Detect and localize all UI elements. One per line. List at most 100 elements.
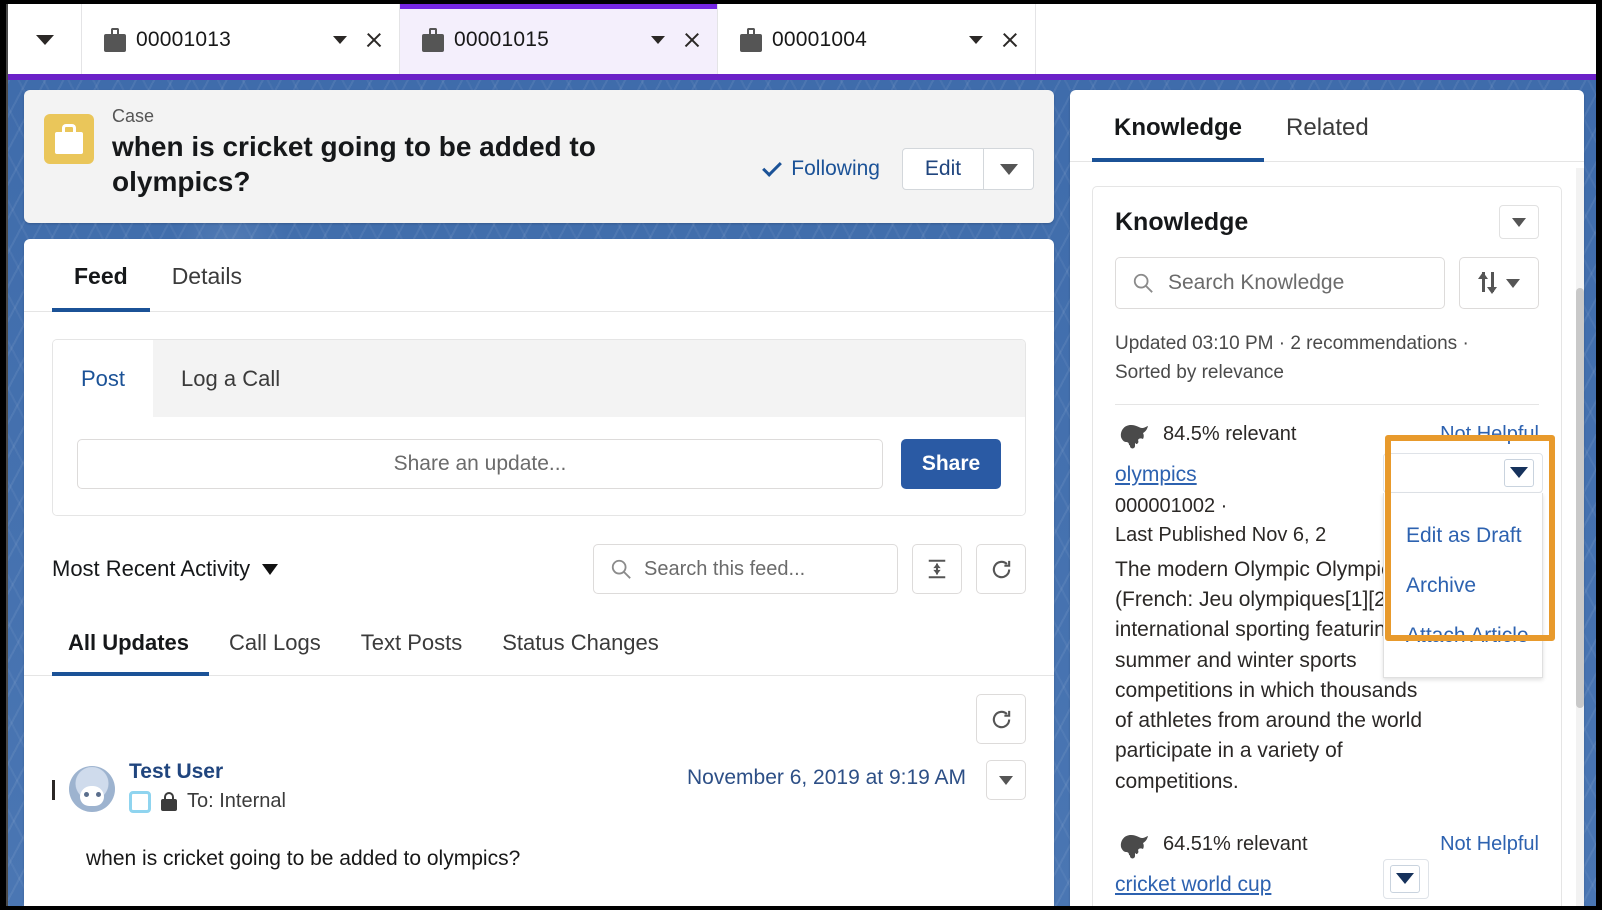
- einstein-icon: [1115, 831, 1149, 859]
- knowledge-search-input[interactable]: Search Knowledge: [1115, 257, 1445, 309]
- knowledge-article-2-menu-button[interactable]: [1383, 858, 1429, 899]
- post-author[interactable]: Test User: [129, 760, 286, 784]
- edit-button[interactable]: Edit: [902, 148, 984, 190]
- tab-related-label: Related: [1286, 114, 1369, 141]
- knowledge-sidebar: Knowledge Related Knowledge Search Knowl…: [1070, 90, 1584, 906]
- menu-item-edit-as-draft[interactable]: Edit as Draft: [1384, 511, 1542, 561]
- check-icon: [762, 156, 783, 177]
- console-tab-00001004[interactable]: 00001004: [718, 4, 1036, 76]
- caret-down-icon: [1512, 217, 1526, 227]
- record-main-column: Case when is cricket going to be added t…: [24, 90, 1054, 906]
- record-header: Case when is cricket going to be added t…: [24, 90, 1054, 223]
- tab-knowledge-label: Knowledge: [1114, 114, 1243, 141]
- close-icon[interactable]: [365, 31, 383, 49]
- knowledge-article-2-not-helpful[interactable]: Not Helpful: [1440, 833, 1539, 856]
- tab-menu-chevron-icon[interactable]: [969, 36, 983, 44]
- subtab-all-updates[interactable]: All Updates: [52, 620, 210, 676]
- post-body: when is cricket going to be added to oly…: [86, 847, 521, 870]
- subtab-text-posts[interactable]: Text Posts: [341, 620, 482, 676]
- console-tab-label: 00001004: [772, 28, 868, 51]
- chatter-badge-icon: [129, 790, 151, 813]
- close-icon[interactable]: [1001, 31, 1019, 49]
- following-button[interactable]: Following: [762, 156, 880, 181]
- subtab-text-posts-label: Text Posts: [360, 630, 463, 655]
- share-button[interactable]: Share: [901, 439, 1001, 489]
- chevron-down-icon: [52, 780, 55, 800]
- tab-details[interactable]: Details: [150, 239, 264, 312]
- sidebar-scrollbar-thumb[interactable]: [1576, 288, 1584, 708]
- knowledge-article-1-header: 84.5% relevant Not Helpful: [1115, 421, 1539, 449]
- knowledge-sort-button[interactable]: [1459, 257, 1539, 309]
- feed-card: Feed Details Post Log a Call Share an up…: [24, 239, 1054, 906]
- following-label: Following: [791, 157, 880, 180]
- record-tabs: Feed Details: [24, 239, 1054, 312]
- collapse-all-button[interactable]: [912, 544, 962, 594]
- post-timestamp[interactable]: November 6, 2019 at 9:19 AM: [687, 766, 966, 790]
- knowledge-meta-line-1: Updated 03:10 PM · 2 recommendations ·: [1115, 333, 1469, 354]
- knowledge-article-1: olympics 000001002 · Last Published Nov …: [1115, 434, 1555, 797]
- share-update-input[interactable]: Share an update...: [77, 439, 883, 489]
- tab-knowledge[interactable]: Knowledge: [1092, 90, 1265, 162]
- briefcase-icon: [740, 28, 762, 52]
- composer-tab-log-a-call[interactable]: Log a Call: [153, 340, 308, 417]
- menu-item-archive[interactable]: Archive: [1384, 561, 1542, 611]
- knowledge-article-1-actions: Edit as Draft Archive Attach Article: [1383, 434, 1555, 678]
- sidebar-tabs: Knowledge Related: [1070, 90, 1584, 162]
- header-actions: Edit: [902, 148, 1034, 190]
- lock-icon: [161, 791, 177, 812]
- search-icon: [611, 559, 631, 579]
- case-briefcase-icon: [44, 114, 94, 164]
- console-tab-00001015[interactable]: 00001015: [400, 4, 718, 76]
- knowledge-article-1-menu-button[interactable]: [1383, 452, 1543, 493]
- feed-sort-select[interactable]: Most Recent Activity: [52, 556, 279, 582]
- feed-toolbar: Most Recent Activity Search this feed...: [24, 516, 1054, 594]
- menu-item-attach-article[interactable]: Attach Article: [1384, 611, 1542, 661]
- einstein-icon: [1115, 421, 1149, 449]
- knowledge-article-2-actions: [1383, 858, 1543, 899]
- caret-down-icon: [1390, 864, 1420, 893]
- console-tab-00001013[interactable]: 00001013: [82, 4, 400, 76]
- composer-tab-post-label: Post: [81, 365, 126, 391]
- refresh-feed-button[interactable]: [976, 544, 1026, 594]
- chevron-down-icon: [999, 163, 1018, 175]
- subtab-status-changes[interactable]: Status Changes: [482, 620, 679, 676]
- tab-overflow-button[interactable]: [8, 4, 82, 76]
- avatar[interactable]: [69, 766, 115, 812]
- post-collapse-button[interactable]: [52, 780, 55, 800]
- knowledge-article-1-dropdown-menu: Edit as Draft Archive Attach Article: [1383, 492, 1543, 678]
- close-icon[interactable]: [683, 31, 701, 49]
- share-update-placeholder: Share an update...: [393, 452, 567, 475]
- header-more-actions-button[interactable]: [984, 148, 1034, 190]
- tab-related[interactable]: Related: [1264, 90, 1391, 162]
- post-audience: To: Internal: [187, 790, 286, 812]
- composer-tab-post[interactable]: Post: [53, 340, 154, 417]
- post-menu-button[interactable]: [986, 760, 1026, 800]
- tab-feed[interactable]: Feed: [52, 239, 150, 312]
- tab-menu-chevron-icon[interactable]: [333, 36, 347, 44]
- tab-menu-chevron-icon[interactable]: [651, 36, 665, 44]
- feed-search-input[interactable]: Search this feed...: [593, 544, 898, 594]
- subtab-status-changes-label: Status Changes: [502, 630, 659, 655]
- knowledge-search-placeholder: Search Knowledge: [1168, 271, 1345, 294]
- subtab-call-logs-label: Call Logs: [229, 630, 321, 655]
- knowledge-card-title: Knowledge: [1115, 207, 1249, 236]
- record-object-label: Case: [112, 106, 155, 126]
- tab-feed-label: Feed: [74, 263, 128, 289]
- composer-tab-log-a-call-label: Log a Call: [181, 365, 281, 391]
- briefcase-icon: [422, 28, 444, 52]
- feed-post: Test User To: Internal November 6, 2019 …: [24, 744, 1054, 813]
- divider: [1115, 403, 1539, 405]
- knowledge-article-1-not-helpful[interactable]: Not Helpful: [1440, 423, 1539, 446]
- feed-composer: Post Log a Call Share an update... Share: [52, 339, 1026, 516]
- sidebar-scrollbar-track[interactable]: [1576, 168, 1584, 906]
- knowledge-article-2-header: 64.51% relevant Not Helpful: [1115, 831, 1539, 859]
- subtab-call-logs[interactable]: Call Logs: [209, 620, 341, 676]
- refresh-icon: [992, 710, 1010, 728]
- knowledge-card-menu-button[interactable]: [1499, 205, 1539, 239]
- knowledge-meta-line-2: Sorted by relevance: [1115, 362, 1284, 384]
- caret-down-icon: [262, 563, 279, 575]
- subtab-all-updates-label: All Updates: [68, 630, 190, 655]
- knowledge-card: Knowledge Search Knowledge Updated 03:10…: [1092, 186, 1562, 906]
- refresh-posts-button[interactable]: [976, 694, 1026, 744]
- record-page: Case when is cricket going to be added t…: [8, 80, 1596, 906]
